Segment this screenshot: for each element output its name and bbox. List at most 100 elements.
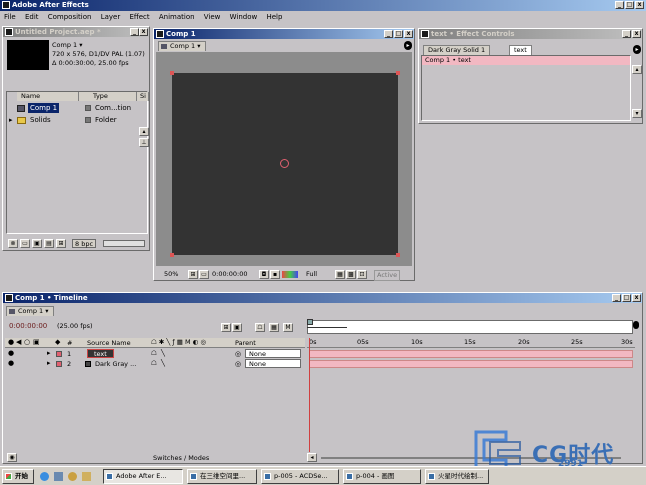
project-item-comp[interactable]: Comp 1 Com...tion — [7, 103, 147, 113]
anchor-point-icon[interactable] — [280, 159, 289, 168]
col-header-source-name[interactable]: Source Name — [87, 339, 131, 347]
work-area-bar[interactable] — [307, 320, 633, 334]
work-area-start-handle[interactable] — [307, 319, 313, 325]
col-header-size[interactable]: Si — [137, 92, 149, 101]
zoom-dropdown[interactable]: 50% — [164, 270, 178, 279]
timeline-minimize-button[interactable]: _ — [612, 294, 621, 302]
menu-layer[interactable]: Layer — [101, 13, 121, 21]
comp-minimize-button[interactable]: _ — [384, 30, 393, 38]
channel-rgb-icon[interactable] — [282, 271, 298, 278]
layer-row[interactable]: ● ▸ 1 text ☖ ╲ ◎ None — [5, 349, 305, 359]
layer-parent-dropdown[interactable]: None — [245, 359, 301, 368]
comp-timecode[interactable]: 0:00:00:00 — [212, 270, 248, 279]
quick-launch-explorer-icon[interactable] — [82, 472, 91, 481]
effect-controls-close-button[interactable]: x — [632, 30, 641, 38]
project-item-solids[interactable]: ▸ Solids Folder — [7, 115, 147, 125]
menu-effect[interactable]: Effect — [129, 13, 149, 21]
comp-frame[interactable] — [170, 71, 400, 257]
mask-view-icon[interactable]: ▭ — [199, 270, 209, 279]
comp-maximize-button[interactable]: □ — [394, 30, 403, 38]
layer-switches[interactable]: ☖ ╲ — [151, 349, 165, 357]
timeline-close-button[interactable]: x — [632, 294, 641, 302]
project-scroll-down-button[interactable]: ⊥ — [139, 138, 149, 147]
project-close-button[interactable]: x — [139, 28, 148, 36]
expand-switches-icon[interactable]: ◉ — [7, 453, 17, 462]
corner-handle[interactable] — [170, 253, 174, 257]
safe-zones-icon[interactable]: ⊞ — [188, 270, 198, 279]
expand-arrow-icon[interactable]: ▸ — [47, 359, 51, 367]
start-button[interactable]: 开始 — [2, 469, 34, 484]
taskbar-item-paint[interactable]: p-004 - 画图 — [343, 469, 421, 484]
taskbar-item-mars[interactable]: 火星时代绘制... — [425, 469, 489, 484]
show-snapshot-icon[interactable]: ▪ — [270, 270, 280, 279]
menu-window[interactable]: Window — [230, 13, 258, 21]
menu-edit[interactable]: Edit — [25, 13, 39, 21]
shy-layers-icon[interactable]: ☖ — [255, 323, 265, 332]
menu-help[interactable]: Help — [266, 13, 282, 21]
video-eye-icon[interactable]: ● — [8, 359, 14, 367]
maximize-button[interactable]: □ — [625, 1, 634, 9]
region-of-interest-icon[interactable]: ▦ — [335, 270, 345, 279]
layer-row[interactable]: ● ▸ 2 Dark Gray ... ☖ ╲ ◎ None — [5, 359, 305, 369]
corner-handle[interactable] — [396, 253, 400, 257]
effect-scroll-down-button[interactable]: ▾ — [632, 109, 642, 118]
effect-controls-minimize-button[interactable]: _ — [622, 30, 631, 38]
effect-panel-menu-icon[interactable]: ▸ — [633, 45, 641, 54]
parent-pickwhip-icon[interactable]: ◎ — [235, 350, 241, 358]
project-minimize-button[interactable]: _ — [130, 28, 139, 36]
timeline-tab[interactable]: Comp 1 ▾ — [6, 306, 54, 316]
new-comp-icon[interactable]: ▤ — [44, 239, 54, 248]
tab-dark-gray-solid[interactable]: Dark Gray Solid 1 — [423, 45, 491, 55]
quick-launch-ie-icon[interactable] — [40, 472, 49, 481]
quick-launch-media-icon[interactable] — [68, 472, 77, 481]
layer-switches[interactable]: ☖ ╲ — [151, 359, 165, 367]
layer-name[interactable]: text — [87, 349, 114, 358]
comp-panel-menu-icon[interactable]: ▸ — [404, 41, 412, 50]
project-hscroll[interactable] — [103, 240, 145, 247]
col-header-parent[interactable]: Parent — [235, 339, 256, 347]
tab-text[interactable]: text — [509, 45, 532, 55]
comp-close-button[interactable]: x — [404, 30, 413, 38]
work-area-end-handle[interactable] — [633, 321, 639, 329]
switches-modes-toggle[interactable]: Switches / Modes — [153, 453, 209, 463]
expand-arrow-icon[interactable]: ▸ — [9, 115, 13, 125]
motion-blur-icon[interactable]: M — [283, 323, 293, 332]
col-header-type[interactable]: Type — [79, 92, 137, 101]
interpret-footage-icon[interactable]: ▭ — [20, 239, 30, 248]
minimize-button[interactable]: _ — [615, 1, 624, 9]
menu-view[interactable]: View — [204, 13, 221, 21]
live-update-icon[interactable]: ▣ — [232, 323, 242, 332]
parent-pickwhip-icon[interactable]: ◎ — [235, 360, 241, 368]
menu-file[interactable]: File — [4, 13, 16, 21]
layer-name[interactable]: Dark Gray ... — [95, 360, 136, 368]
quick-launch-desktop-icon[interactable] — [54, 472, 63, 481]
project-scroll-up-button[interactable]: ▴ — [139, 127, 149, 136]
effect-scroll-up-button[interactable]: ▴ — [632, 65, 642, 74]
new-folder-icon[interactable]: ▣ — [32, 239, 42, 248]
comp-marker-icon[interactable]: ⊞ — [221, 323, 231, 332]
menu-composition[interactable]: Composition — [48, 13, 92, 21]
comp-tab[interactable]: Comp 1 ▾ — [158, 41, 206, 51]
col-header-name[interactable]: Name — [17, 92, 79, 101]
trash-icon[interactable]: ⊞ — [56, 239, 66, 248]
time-zoom-out-icon[interactable]: ◂ — [307, 453, 317, 462]
time-ruler[interactable]: 0s 05s 10s 15s 20s 25s 30s — [307, 338, 635, 348]
taskbar-item-3d-space[interactable]: 在三维空间里... — [187, 469, 257, 484]
transparency-grid-icon[interactable]: ▩ — [346, 270, 356, 279]
timeline-timecode[interactable]: 0:00:00:00 — [9, 322, 47, 330]
camera-dropdown[interactable]: Active — [374, 270, 401, 281]
close-button[interactable]: x — [635, 1, 644, 9]
snapshot-icon[interactable]: ◘ — [259, 270, 269, 279]
current-time-indicator[interactable] — [309, 338, 310, 452]
menu-animation[interactable]: Animation — [159, 13, 195, 21]
taskbar-item-acdsee[interactable]: p-005 - ACDSe... — [261, 469, 339, 484]
layer-duration-bar[interactable] — [309, 350, 633, 358]
layer-parent-dropdown[interactable]: None — [245, 349, 301, 358]
resolution-dropdown[interactable]: Full — [306, 270, 317, 279]
bit-depth-button[interactable]: 8 bpc — [72, 239, 97, 248]
corner-handle[interactable] — [170, 71, 174, 75]
video-eye-icon[interactable]: ● — [8, 349, 14, 357]
layer-duration-bar[interactable] — [309, 360, 633, 368]
find-icon[interactable]: ⊗ — [8, 239, 18, 248]
corner-handle[interactable] — [396, 71, 400, 75]
